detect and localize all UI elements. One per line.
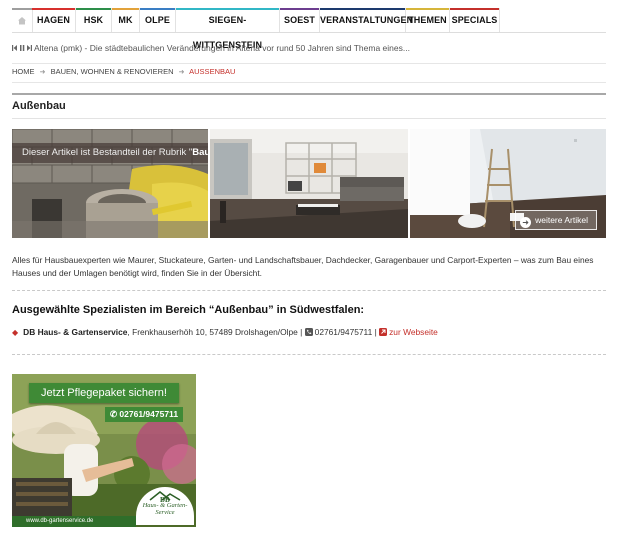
breadcrumb-current: AUSSENBAU [189, 67, 236, 76]
ad-phone-number: 02761/9475711 [119, 409, 179, 419]
nav-item-hagen[interactable]: HAGEN [32, 8, 76, 32]
main-nav: HAGEN HSK MK OLPE SIEGEN-WITTGENSTEIN SO… [12, 8, 606, 50]
divider [12, 118, 606, 119]
arrow-right-icon: ➜ [520, 217, 532, 228]
divider [12, 290, 606, 291]
more-articles-label: weitere Artikel [535, 215, 588, 225]
nav-item-specials[interactable]: SPECIALS [450, 8, 500, 32]
breadcrumb-home[interactable]: HOME [12, 67, 35, 76]
ad-phone[interactable]: ✆ 02761/9475711 [105, 407, 183, 422]
home-button[interactable] [12, 8, 33, 32]
breadcrumb-bauen-wohnen[interactable]: BAUEN, WOHNEN & RENOVIEREN [51, 67, 174, 76]
hero-image-strip: Dieser Artikel ist Bestandteil der Rubri… [12, 129, 606, 238]
specialist-divider: | [372, 327, 380, 337]
nav-item-soest[interactable]: SOEST [280, 8, 320, 32]
news-ticker: Altena (pmk) - Die städtebaulichen Verän… [12, 42, 606, 56]
hero-image-interior: ➜ weitere Artikel [410, 129, 606, 238]
ad-logo: DB Haus- & Garten- Service [136, 487, 194, 525]
hero-image-living-room [210, 129, 408, 238]
page-title: Außenbau [12, 100, 66, 112]
caption-prefix: Dieser Artikel ist Bestandteil der Rubri… [22, 147, 193, 158]
specialist-phone: 02761/9475711 [314, 327, 373, 337]
logo-line-1: Haus- & Garten- [142, 502, 188, 509]
ticker-controls-icon[interactable] [12, 44, 32, 53]
specialist-item: ◆ DB Haus- & Gartenservice, Frenkhauserhö… [12, 327, 438, 337]
specialist-address: , Frenkhauserhöh 10, 57489 Drolshagen/Ol… [127, 327, 305, 337]
intro-text: Alles für Hausbauexperten wie Maurer, St… [12, 255, 594, 278]
breadcrumb-separator: ➜ [178, 69, 185, 76]
specialists-heading: Ausgewählte Spezialisten im Bereich “Auß… [12, 304, 365, 316]
specialist-name: DB Haus- & Gartenservice [23, 327, 128, 337]
ticker-text[interactable]: Altena (pmk) - Die städtebaulichen Verän… [34, 43, 410, 53]
breadcrumb-separator: ➜ [39, 69, 46, 76]
divider [12, 354, 606, 355]
nav-item-mk[interactable]: MK [112, 8, 140, 32]
logo-line-2: Service [155, 509, 175, 516]
hero-image-construction: Dieser Artikel ist Bestandteil der Rubri… [12, 129, 208, 238]
ad-headline[interactable]: Jetzt Pflegepaket sichern! [29, 383, 179, 403]
caption-rubric: Bauen, Wohnen & Renovieren [192, 147, 208, 158]
advertisement-banner[interactable]: Jetzt Pflegepaket sichern! ✆ 02761/94757… [12, 374, 196, 527]
nav-item-hsk[interactable]: HSK [76, 8, 112, 32]
divider [12, 93, 606, 95]
nav-item-siegen-wittgenstein[interactable]: SIEGEN-WITTGENSTEIN [176, 8, 280, 50]
hero-rubric-caption[interactable]: Dieser Artikel ist Bestandteil der Rubri… [12, 143, 208, 163]
nav-item-olpe[interactable]: OLPE [140, 8, 176, 32]
more-articles-button[interactable]: ➜ weitere Artikel [515, 210, 597, 230]
website-link[interactable]: zur Webseite [389, 327, 438, 337]
phone-icon: ✆ [109, 409, 120, 419]
nav-item-themen[interactable]: THEMEN [406, 8, 450, 32]
home-icon [18, 17, 26, 25]
nav-item-veranstaltungen[interactable]: VERANSTALTUNGEN [320, 8, 413, 32]
external-link-icon[interactable] [379, 328, 388, 336]
bullet-icon: ◆ [12, 328, 19, 337]
ad-url[interactable]: www.db-gartenservice.de [12, 516, 136, 527]
phone-icon [304, 328, 313, 336]
breadcrumb: HOME ➜ BAUEN, WOHNEN & RENOVIEREN ➜ AUSS… [12, 63, 606, 83]
